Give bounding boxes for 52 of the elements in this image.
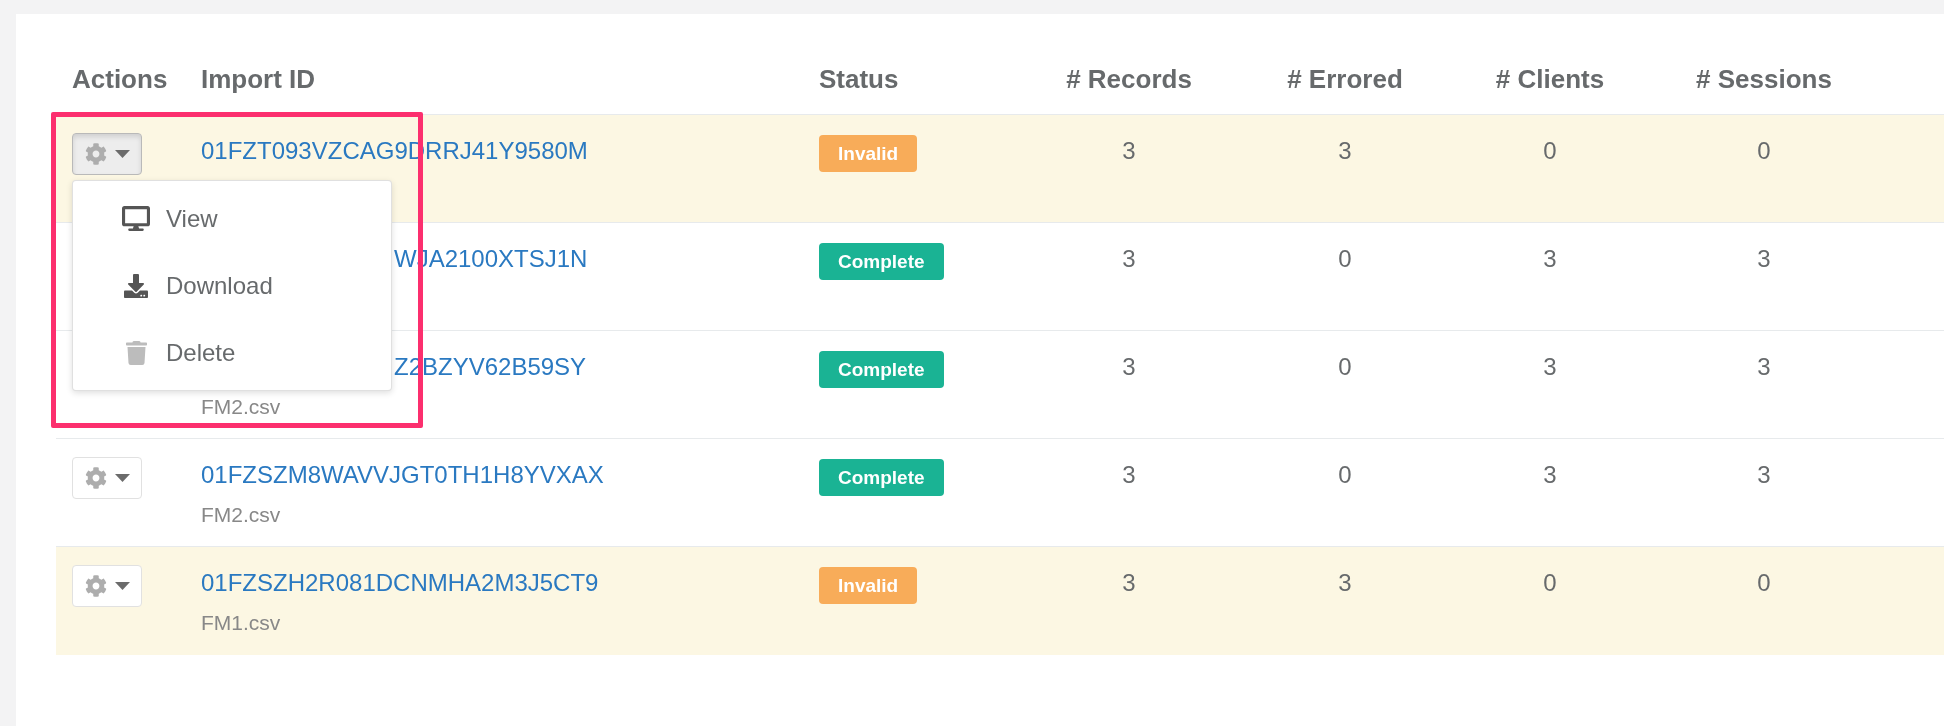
monitor-icon [122, 206, 150, 231]
record-count: 3 [1122, 461, 1136, 488]
download-icon [124, 273, 148, 298]
file-name: FM1.csv [201, 611, 281, 635]
record-count: 3 [1122, 569, 1136, 596]
gear-icon [84, 143, 107, 165]
session-count: 0 [1757, 137, 1771, 164]
record-count: 3 [1122, 353, 1136, 380]
column-header: # Errored [1286, 63, 1404, 95]
file-name: FM2.csv [201, 395, 281, 419]
gear-icon [84, 575, 107, 597]
error-count: 3 [1338, 569, 1352, 596]
status-badge: Complete [819, 459, 944, 496]
column-header: Import ID [200, 63, 317, 95]
import-id-link[interactable]: 01FZSZH2R081DCNMHA2M3J5CT9 [201, 568, 599, 598]
file-name: FM2.csv [201, 503, 281, 527]
actions-dropdown-button[interactable] [72, 133, 142, 175]
status-badge: Invalid [819, 135, 918, 172]
client-count: 0 [1543, 569, 1557, 596]
menu-item[interactable]: View [73, 185, 391, 252]
status-badge: Invalid [819, 567, 918, 604]
session-count: 3 [1757, 245, 1771, 272]
error-count: 0 [1338, 245, 1352, 272]
client-count: 3 [1543, 353, 1557, 380]
error-count: 3 [1338, 137, 1352, 164]
menu-item[interactable]: Delete [73, 319, 391, 386]
status-badge: Complete [819, 243, 944, 280]
session-count: 0 [1757, 569, 1771, 596]
status-badge: Complete [819, 351, 944, 388]
session-count: 3 [1757, 353, 1771, 380]
column-header: Actions [71, 63, 169, 95]
client-count: 0 [1543, 137, 1557, 164]
column-header: # Sessions [1695, 63, 1833, 95]
error-count: 0 [1338, 461, 1352, 488]
caret-icon [114, 582, 130, 590]
record-count: 3 [1122, 137, 1136, 164]
client-count: 3 [1543, 461, 1557, 488]
menu-item[interactable]: Download [73, 252, 391, 319]
record-count: 3 [1122, 245, 1136, 272]
error-count: 0 [1338, 353, 1352, 380]
column-header: # Records [1065, 63, 1193, 95]
actions-dropdown-button[interactable] [72, 457, 142, 499]
import-id-link[interactable]: 01FZSZM8WAVVJGT0TH1H8YVXAX [201, 460, 604, 490]
session-count: 3 [1757, 461, 1771, 488]
gear-icon [84, 467, 107, 489]
trash-icon [125, 340, 147, 365]
client-count: 3 [1543, 245, 1557, 272]
actions-dropdown-button[interactable] [72, 565, 142, 607]
caret-icon [114, 150, 130, 158]
column-header: # Clients [1494, 63, 1606, 95]
caret-icon [114, 474, 130, 482]
column-header: Status [818, 63, 900, 95]
